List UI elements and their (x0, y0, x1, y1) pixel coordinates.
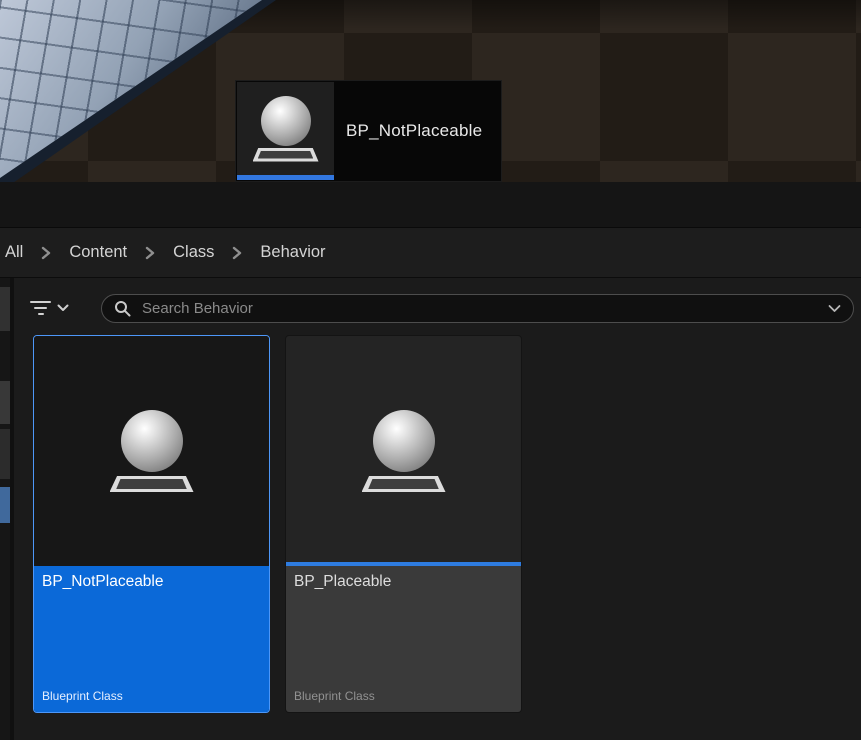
unreal-editor-window: BP_NotPlaceable All Content Class Behavi… (0, 0, 861, 740)
breadcrumb-item-all[interactable]: All (5, 243, 23, 262)
asset-thumbnail (286, 336, 521, 566)
collapsed-panel-item-selected[interactable] (0, 487, 10, 523)
viewport-3d[interactable]: BP_NotPlaceable (0, 0, 861, 182)
blueprint-sphere-icon (362, 410, 446, 492)
breadcrumb: All Content Class Behavior (0, 228, 861, 278)
search-icon (114, 300, 131, 317)
breadcrumb-item-behavior[interactable]: Behavior (260, 243, 325, 262)
panel-header-bar (0, 182, 861, 228)
breadcrumb-item-class[interactable]: Class (173, 243, 214, 262)
asset-drag-preview[interactable]: BP_NotPlaceable (235, 80, 502, 182)
drag-preview-color-bar (237, 175, 334, 180)
asset-name: BP_Placeable (294, 573, 513, 591)
sphere-ball (261, 96, 311, 146)
chevron-right-icon (41, 246, 51, 260)
sphere-base (362, 476, 446, 492)
collapsed-panel-item[interactable] (0, 287, 10, 331)
content-browser: BP_NotPlaceable Blueprint Class BP_Place… (0, 278, 861, 740)
asset-tile-bp-placeable[interactable]: BP_Placeable Blueprint Class (285, 335, 522, 713)
chevron-right-icon (232, 246, 242, 260)
asset-type-label: Blueprint Class (42, 689, 261, 703)
collapsed-panel-item[interactable] (0, 381, 10, 424)
chevron-down-icon (57, 304, 69, 312)
asset-thumbnail (34, 336, 269, 566)
blueprint-sphere-icon (110, 410, 194, 492)
asset-type-label: Blueprint Class (294, 689, 513, 703)
collapsed-panel-item[interactable] (0, 429, 10, 479)
asset-name: BP_NotPlaceable (42, 573, 261, 591)
collapsed-sources-panel (0, 278, 14, 740)
asset-label-area: BP_NotPlaceable Blueprint Class (34, 566, 269, 712)
sphere-ball (121, 410, 183, 472)
sphere-ball (373, 410, 435, 472)
drag-preview-thumbnail (237, 82, 334, 175)
sphere-base (253, 148, 319, 162)
breadcrumb-item-content[interactable]: Content (69, 243, 127, 262)
asset-label-area: BP_Placeable Blueprint Class (286, 566, 521, 712)
asset-grid: BP_NotPlaceable Blueprint Class BP_Place… (33, 335, 522, 713)
search-input[interactable] (140, 299, 828, 318)
filter-button[interactable] (24, 297, 75, 320)
asset-tile-bp-notplaceable[interactable]: BP_NotPlaceable Blueprint Class (33, 335, 270, 713)
search-bar[interactable] (101, 294, 854, 323)
asset-color-bar (286, 562, 521, 566)
chevron-right-icon (145, 246, 155, 260)
search-dropdown-chevron-icon[interactable] (828, 304, 841, 313)
drag-preview-label: BP_NotPlaceable (346, 81, 482, 181)
blueprint-sphere-icon (253, 96, 319, 162)
search-row (24, 292, 854, 324)
sphere-base (110, 476, 194, 492)
filter-funnel-icon (30, 301, 51, 316)
